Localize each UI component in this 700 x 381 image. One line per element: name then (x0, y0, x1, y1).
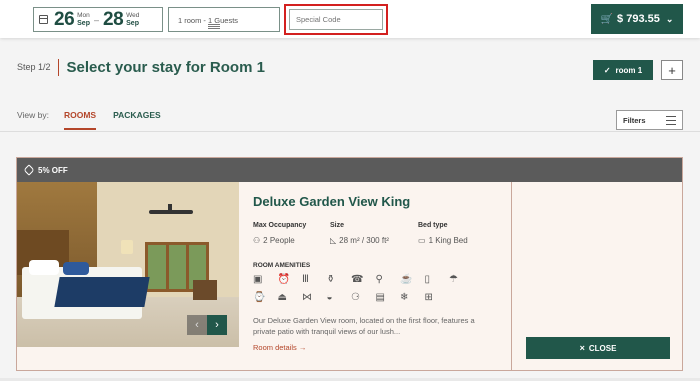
photo-bed-throw (54, 277, 150, 307)
checkout-weekday: Wed (126, 11, 140, 19)
slippers-icon: ⚆ (351, 292, 360, 303)
photo-pillow-blue (63, 262, 89, 275)
add-room-button[interactable]: + (661, 60, 683, 80)
alarm-clock-icon: ⏰ (277, 274, 290, 285)
room-1-button[interactable]: ✓ room 1 (593, 60, 653, 80)
room-photo[interactable]: ‹ › (17, 182, 239, 347)
filters-label: Filters (623, 115, 646, 125)
discount-badge: 5% OFF (38, 165, 68, 175)
card-divider (511, 182, 512, 371)
tab-packages[interactable]: PACKAGES (113, 110, 161, 120)
hairdryer-icon: ⚲ (375, 274, 383, 285)
spec-size: Size ◺ 28 m² / 300 ft² (330, 222, 418, 245)
amenities-grid: ▣ ⏰ Ⅲ ⚱ ☎ ⚲ ☕ ▯ ☂ ⌚ ⏏ ⋈ ◒ ⚆ ▤ ❄ ⊞ (253, 274, 505, 304)
cart-total: $ 793.55 (617, 13, 660, 25)
size-value: 28 m² / 300 ft² (339, 236, 389, 245)
person-icon: ⚇ (253, 236, 261, 245)
discount-banner: 5% OFF (17, 158, 682, 182)
room-title: Deluxe Garden View King (253, 194, 411, 209)
divider (0, 131, 700, 132)
kettle-icon: ☕ (400, 274, 413, 285)
ruler-icon: ◺ (330, 236, 337, 245)
prev-photo-button[interactable]: ‹ (187, 315, 207, 335)
room-card: 5% OFF ‹ › Deluxe Garden View King Max O… (16, 157, 683, 371)
close-icon: × (579, 343, 585, 353)
spec-value: ⚇ 2 People (253, 236, 330, 245)
columns-icon: Ⅲ (302, 274, 309, 285)
close-label: CLOSE (588, 343, 617, 353)
page-title: Select your stay for Room 1 (66, 59, 265, 76)
phone-list-icon: ☎ (351, 274, 364, 285)
amenities-heading: ROOM AMENITIES (253, 262, 311, 269)
photo-chair (193, 280, 217, 300)
spec-heading: Bed type (418, 222, 448, 229)
step-label: Step 1/2 (17, 59, 59, 76)
close-button[interactable]: × CLOSE (526, 337, 670, 359)
spec-occupancy: Max Occupancy ⚇ 2 People (253, 222, 330, 245)
bed-icon: ▭ (418, 236, 426, 245)
checkout-day: 28 (103, 8, 124, 30)
checkout-month: Wed Sep (126, 12, 139, 28)
spec-heading: Size (330, 222, 345, 229)
room-details-link[interactable]: Room details → (253, 343, 505, 352)
bottles-icon: ⚱ (326, 274, 335, 285)
cart-button[interactable]: 🛒 $ 793.55 ⌄ (591, 4, 683, 34)
step-header: Step 1/2 Select your stay for Room 1 (17, 59, 265, 76)
calendar-icon (39, 15, 48, 24)
room-info: Deluxe Garden View King Max Occupancy ⚇ … (253, 194, 505, 352)
room-specs: Max Occupancy ⚇ 2 People Size ◺ 28 m² / … (253, 222, 505, 245)
menu-icon (208, 24, 220, 29)
photo-pillow (29, 260, 59, 275)
photo-lamp (121, 240, 133, 254)
alarm-icon: ⌚ (253, 292, 266, 303)
safe-icon: ▣ (253, 274, 263, 285)
room-description: Our Deluxe Garden View room, located on … (253, 316, 475, 336)
photo-fan-blades (149, 210, 193, 214)
check-icon: ✓ (603, 65, 611, 75)
checkin-month: Mon Sep (77, 12, 90, 28)
special-code-highlight (284, 4, 388, 35)
hangers-icon: ⊞ (424, 292, 433, 303)
iron-icon: ⏏ (277, 292, 287, 303)
checkin-month-label: Sep (77, 19, 90, 27)
photo-nav: ‹ › (187, 315, 227, 335)
checkout-month-label: Sep (126, 19, 139, 27)
next-photo-button[interactable]: › (207, 315, 227, 335)
spec-value: ▭ 1 King Bed (418, 236, 468, 245)
tag-icon (23, 164, 35, 176)
filters-button[interactable]: Filters (616, 110, 683, 130)
spec-bed: Bed type ▭ 1 King Bed (418, 222, 468, 245)
bed-value: 1 King Bed (428, 236, 468, 245)
tv-icon: ▤ (375, 292, 385, 303)
guests-selector[interactable]: 1 room - 1 Guests (168, 7, 280, 32)
chevron-down-icon: ⌄ (665, 13, 674, 24)
tab-rooms[interactable]: ROOMS (63, 110, 97, 130)
ironing-board-icon: ⋈ (302, 292, 312, 303)
cushion-icon: ◒ (326, 292, 333, 303)
top-bar: 26 Mon Sep – 28 Wed Sep 1 room - 1 Guest… (0, 0, 700, 38)
occupancy-value: 2 People (263, 236, 295, 245)
ac-icon: ❄ (400, 292, 409, 303)
checkin-weekday: Mon (77, 11, 90, 19)
spec-heading: Max Occupancy (253, 222, 307, 229)
date-range-picker[interactable]: 26 Mon Sep – 28 Wed Sep (33, 7, 163, 32)
spec-value: ◺ 28 m² / 300 ft² (330, 236, 418, 245)
view-by-label: View by: (17, 110, 49, 120)
view-tabs: View by: ROOMS PACKAGES (17, 110, 161, 130)
sliders-icon (666, 116, 676, 125)
checkin-day: 26 (54, 8, 75, 30)
umbrella-icon: ☂ (449, 274, 458, 285)
special-code-input[interactable] (289, 9, 383, 30)
room-1-label: room 1 (615, 65, 643, 75)
minibar-icon: ▯ (424, 274, 431, 285)
cart-icon: 🛒 (600, 13, 614, 25)
date-separator: – (93, 14, 99, 25)
